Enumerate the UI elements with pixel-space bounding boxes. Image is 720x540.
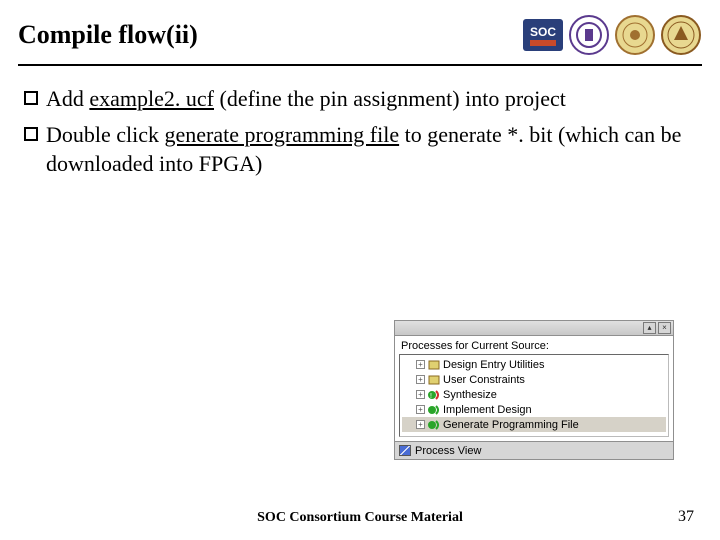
tree-item-user-constraints[interactable]: + User Constraints: [402, 372, 666, 387]
tree-label: User Constraints: [443, 374, 666, 386]
tree-label: Synthesize: [443, 389, 666, 401]
bullet-item: Double click generate programming file t…: [24, 120, 696, 179]
warning-status-icon: !: [428, 389, 440, 401]
expand-icon[interactable]: +: [416, 390, 425, 399]
expand-icon[interactable]: +: [416, 375, 425, 384]
process-view-tab[interactable]: Process View: [415, 445, 481, 457]
logo-row: SOC: [522, 14, 702, 56]
tree-label: Generate Programming File: [443, 419, 666, 431]
square-bullet-icon: [24, 127, 38, 141]
tree-item-implement-design[interactable]: + Implement Design: [402, 402, 666, 417]
soc-consortium-logo: SOC: [522, 14, 564, 56]
square-bullet-icon: [24, 91, 38, 105]
page-title: Compile flow(ii): [18, 20, 198, 50]
process-view-tab-icon: [399, 445, 411, 456]
folder-icon: [428, 374, 440, 386]
bullet-text-underlined: example2. ucf: [89, 86, 214, 111]
bullet-text-underlined: generate programming file: [165, 122, 400, 147]
tree-label: Design Entry Utilities: [443, 359, 666, 371]
tree-label: Implement Design: [443, 404, 666, 416]
header-rule: [18, 64, 702, 66]
tree-item-design-entry[interactable]: + Design Entry Utilities: [402, 357, 666, 372]
page-number: 37: [678, 508, 694, 526]
svg-text:!: !: [430, 393, 432, 400]
svg-text:SOC: SOC: [530, 25, 556, 39]
expand-icon[interactable]: +: [416, 360, 425, 369]
university-seal-2: [660, 14, 702, 56]
tree-item-generate-programming-file[interactable]: + Generate Programming File: [402, 417, 666, 432]
folder-icon: [428, 359, 440, 371]
close-button[interactable]: ×: [658, 322, 671, 334]
panel-titlebar: ▴ ×: [394, 320, 674, 336]
bullet-item: Add example2. ucf (define the pin assign…: [24, 84, 696, 114]
processes-panel: ▴ × Processes for Current Source: + Desi…: [394, 320, 674, 460]
ok-status-icon: [428, 419, 440, 431]
panel-heading: Processes for Current Source:: [399, 340, 669, 352]
panel-tabs: Process View: [394, 442, 674, 460]
tree-item-synthesize[interactable]: + ! Synthesize: [402, 387, 666, 402]
university-seal-1: [614, 14, 656, 56]
minimize-button[interactable]: ▴: [643, 322, 656, 334]
expand-icon[interactable]: +: [416, 420, 425, 429]
ntu-cs-logo: [568, 14, 610, 56]
footer-text: SOC Consortium Course Material: [0, 510, 720, 526]
slide-body: Add example2. ucf (define the pin assign…: [0, 84, 720, 179]
bullet-text-pre: Double click: [46, 122, 165, 147]
bullet-text-pre: Add: [46, 86, 89, 111]
process-tree[interactable]: + Design Entry Utilities + User Constrai…: [399, 354, 669, 437]
bullet-text-post: (define the pin assignment) into project: [214, 86, 566, 111]
ok-status-icon: [428, 404, 440, 416]
expand-icon[interactable]: +: [416, 405, 425, 414]
